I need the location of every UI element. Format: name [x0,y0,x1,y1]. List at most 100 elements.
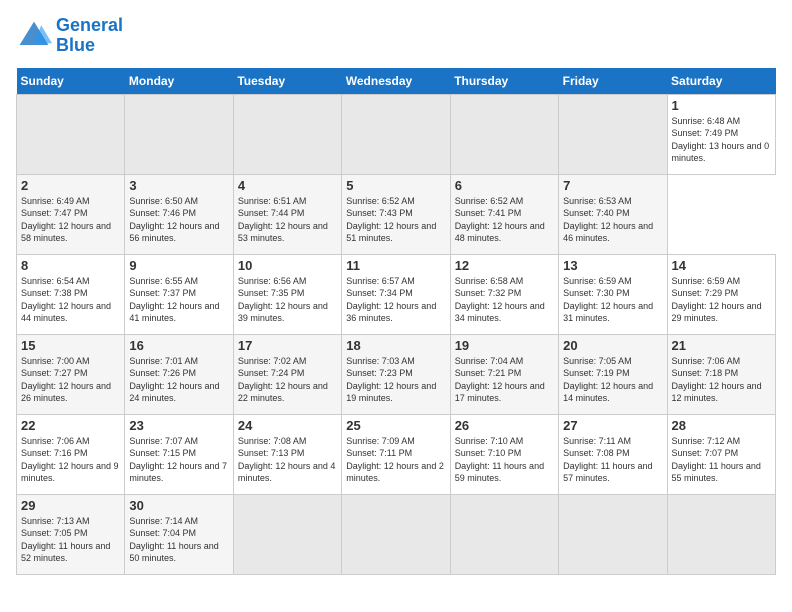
day-number: 16 [129,338,228,353]
day-info: Sunrise: 6:55 AM Sunset: 7:37 PM Dayligh… [129,275,228,325]
day-number: 5 [346,178,445,193]
calendar-table: SundayMondayTuesdayWednesdayThursdayFrid… [16,68,776,575]
day-number: 15 [21,338,120,353]
day-number: 10 [238,258,337,273]
calendar-cell [342,494,450,574]
calendar-cell: 2 Sunrise: 6:49 AM Sunset: 7:47 PM Dayli… [17,174,125,254]
day-number: 6 [455,178,554,193]
calendar-cell: 22 Sunrise: 7:06 AM Sunset: 7:16 PM Dayl… [17,414,125,494]
day-number: 30 [129,498,228,513]
day-info: Sunrise: 6:56 AM Sunset: 7:35 PM Dayligh… [238,275,337,325]
day-number: 4 [238,178,337,193]
day-number: 24 [238,418,337,433]
day-info: Sunrise: 7:11 AM Sunset: 7:08 PM Dayligh… [563,435,662,485]
calendar-week-row: 8 Sunrise: 6:54 AM Sunset: 7:38 PM Dayli… [17,254,776,334]
calendar-cell: 26 Sunrise: 7:10 AM Sunset: 7:10 PM Dayl… [450,414,558,494]
day-info: Sunrise: 7:01 AM Sunset: 7:26 PM Dayligh… [129,355,228,405]
calendar-cell: 17 Sunrise: 7:02 AM Sunset: 7:24 PM Dayl… [233,334,341,414]
day-info: Sunrise: 7:12 AM Sunset: 7:07 PM Dayligh… [672,435,771,485]
calendar-cell [559,494,667,574]
day-info: Sunrise: 6:48 AM Sunset: 7:49 PM Dayligh… [672,115,771,165]
day-info: Sunrise: 6:57 AM Sunset: 7:34 PM Dayligh… [346,275,445,325]
day-number: 19 [455,338,554,353]
day-info: Sunrise: 7:04 AM Sunset: 7:21 PM Dayligh… [455,355,554,405]
col-header-saturday: Saturday [667,68,775,95]
calendar-cell: 15 Sunrise: 7:00 AM Sunset: 7:27 PM Dayl… [17,334,125,414]
col-header-tuesday: Tuesday [233,68,341,95]
day-number: 12 [455,258,554,273]
calendar-cell [17,94,125,174]
day-info: Sunrise: 6:52 AM Sunset: 7:43 PM Dayligh… [346,195,445,245]
day-info: Sunrise: 7:07 AM Sunset: 7:15 PM Dayligh… [129,435,228,485]
calendar-cell: 3 Sunrise: 6:50 AM Sunset: 7:46 PM Dayli… [125,174,233,254]
day-info: Sunrise: 7:03 AM Sunset: 7:23 PM Dayligh… [346,355,445,405]
logo-line2: Blue [56,35,95,55]
day-info: Sunrise: 7:05 AM Sunset: 7:19 PM Dayligh… [563,355,662,405]
calendar-cell: 11 Sunrise: 6:57 AM Sunset: 7:34 PM Dayl… [342,254,450,334]
day-number: 17 [238,338,337,353]
day-info: Sunrise: 7:06 AM Sunset: 7:18 PM Dayligh… [672,355,771,405]
calendar-header-row: SundayMondayTuesdayWednesdayThursdayFrid… [17,68,776,95]
day-number: 7 [563,178,662,193]
calendar-cell: 14 Sunrise: 6:59 AM Sunset: 7:29 PM Dayl… [667,254,775,334]
calendar-cell: 7 Sunrise: 6:53 AM Sunset: 7:40 PM Dayli… [559,174,667,254]
day-number: 8 [21,258,120,273]
calendar-cell: 29 Sunrise: 7:13 AM Sunset: 7:05 PM Dayl… [17,494,125,574]
day-info: Sunrise: 6:50 AM Sunset: 7:46 PM Dayligh… [129,195,228,245]
col-header-monday: Monday [125,68,233,95]
day-info: Sunrise: 7:10 AM Sunset: 7:10 PM Dayligh… [455,435,554,485]
calendar-cell [559,94,667,174]
day-info: Sunrise: 7:02 AM Sunset: 7:24 PM Dayligh… [238,355,337,405]
day-info: Sunrise: 7:14 AM Sunset: 7:04 PM Dayligh… [129,515,228,565]
day-number: 29 [21,498,120,513]
calendar-cell: 6 Sunrise: 6:52 AM Sunset: 7:41 PM Dayli… [450,174,558,254]
day-number: 22 [21,418,120,433]
calendar-cell: 16 Sunrise: 7:01 AM Sunset: 7:26 PM Dayl… [125,334,233,414]
day-info: Sunrise: 7:08 AM Sunset: 7:13 PM Dayligh… [238,435,337,485]
calendar-cell: 13 Sunrise: 6:59 AM Sunset: 7:30 PM Dayl… [559,254,667,334]
col-header-wednesday: Wednesday [342,68,450,95]
col-header-thursday: Thursday [450,68,558,95]
calendar-cell: 8 Sunrise: 6:54 AM Sunset: 7:38 PM Dayli… [17,254,125,334]
day-info: Sunrise: 6:49 AM Sunset: 7:47 PM Dayligh… [21,195,120,245]
day-number: 3 [129,178,228,193]
day-info: Sunrise: 6:52 AM Sunset: 7:41 PM Dayligh… [455,195,554,245]
day-number: 14 [672,258,771,273]
day-number: 28 [672,418,771,433]
day-info: Sunrise: 6:53 AM Sunset: 7:40 PM Dayligh… [563,195,662,245]
calendar-cell [450,94,558,174]
calendar-cell: 21 Sunrise: 7:06 AM Sunset: 7:18 PM Dayl… [667,334,775,414]
col-header-sunday: Sunday [17,68,125,95]
day-number: 18 [346,338,445,353]
day-info: Sunrise: 7:09 AM Sunset: 7:11 PM Dayligh… [346,435,445,485]
day-number: 1 [672,98,771,113]
day-info: Sunrise: 6:58 AM Sunset: 7:32 PM Dayligh… [455,275,554,325]
calendar-cell [233,494,341,574]
calendar-cell [125,94,233,174]
calendar-cell [233,94,341,174]
calendar-cell: 28 Sunrise: 7:12 AM Sunset: 7:07 PM Dayl… [667,414,775,494]
day-number: 26 [455,418,554,433]
day-number: 2 [21,178,120,193]
calendar-cell: 20 Sunrise: 7:05 AM Sunset: 7:19 PM Dayl… [559,334,667,414]
calendar-week-row: 2 Sunrise: 6:49 AM Sunset: 7:47 PM Dayli… [17,174,776,254]
calendar-cell: 12 Sunrise: 6:58 AM Sunset: 7:32 PM Dayl… [450,254,558,334]
logo: General Blue [16,16,123,56]
calendar-week-row: 1 Sunrise: 6:48 AM Sunset: 7:49 PM Dayli… [17,94,776,174]
calendar-cell: 23 Sunrise: 7:07 AM Sunset: 7:15 PM Dayl… [125,414,233,494]
day-number: 20 [563,338,662,353]
day-info: Sunrise: 7:13 AM Sunset: 7:05 PM Dayligh… [21,515,120,565]
col-header-friday: Friday [559,68,667,95]
logo-icon [16,18,52,54]
calendar-week-row: 22 Sunrise: 7:06 AM Sunset: 7:16 PM Dayl… [17,414,776,494]
page-header: General Blue [16,16,776,56]
calendar-cell: 18 Sunrise: 7:03 AM Sunset: 7:23 PM Dayl… [342,334,450,414]
day-number: 23 [129,418,228,433]
day-info: Sunrise: 6:59 AM Sunset: 7:29 PM Dayligh… [672,275,771,325]
day-info: Sunrise: 7:06 AM Sunset: 7:16 PM Dayligh… [21,435,120,485]
calendar-cell [667,494,775,574]
day-number: 27 [563,418,662,433]
logo-text: General Blue [56,16,123,56]
calendar-cell: 4 Sunrise: 6:51 AM Sunset: 7:44 PM Dayli… [233,174,341,254]
calendar-cell: 10 Sunrise: 6:56 AM Sunset: 7:35 PM Dayl… [233,254,341,334]
